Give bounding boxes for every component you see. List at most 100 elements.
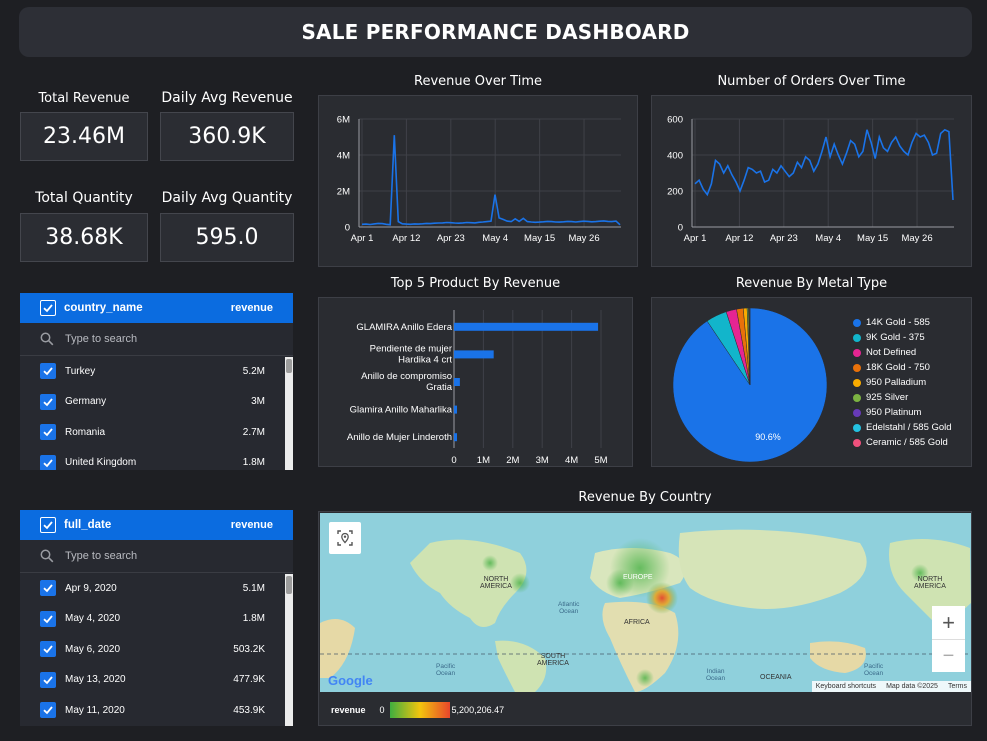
select-all-date-checkbox[interactable] bbox=[40, 517, 56, 533]
revenue-x-tick: Apr 23 bbox=[437, 233, 465, 244]
country-row[interactable]: Germany 3M bbox=[20, 387, 293, 418]
label-europe: EUROPE bbox=[623, 574, 653, 581]
date-row[interactable]: May 4, 2020 1.8M bbox=[20, 604, 293, 635]
legend-item[interactable]: Ceramic / 585 Gold bbox=[853, 435, 952, 450]
date-dimension-label[interactable]: full_date bbox=[64, 519, 231, 531]
map-legend-metric: revenue bbox=[331, 705, 366, 715]
date-row[interactable]: May 13, 2020 477.9K bbox=[20, 665, 293, 696]
date-search[interactable]: Type to search bbox=[20, 540, 293, 573]
search-icon bbox=[40, 332, 54, 346]
country-row-value: 5.2M bbox=[242, 365, 265, 377]
metal-type-pie: 90.6% bbox=[672, 307, 828, 463]
date-row[interactable]: May 11, 2020 453.9K bbox=[20, 695, 293, 726]
orders-over-time-title: Number of Orders Over Time bbox=[717, 74, 906, 89]
daily-avg-quantity-label: Daily Avg Quantity bbox=[161, 190, 293, 206]
total-revenue-label: Total Revenue bbox=[38, 91, 130, 106]
legend-swatch bbox=[853, 438, 861, 447]
product-label: Glamira Anillo Maharlika bbox=[350, 405, 453, 416]
legend-swatch bbox=[853, 408, 861, 417]
legend-item[interactable]: 18K Gold - 750 bbox=[853, 360, 952, 375]
date-row[interactable]: May 6, 2020 503.2K bbox=[20, 634, 293, 665]
label-north-america-right: NORTH AMERICA bbox=[914, 576, 946, 590]
orders-series-line[interactable] bbox=[694, 128, 954, 201]
legend-label: 9K Gold - 375 bbox=[866, 332, 925, 343]
select-all-country-checkbox[interactable] bbox=[40, 300, 56, 316]
label-pacific-left: Pacific Ocean bbox=[436, 663, 456, 677]
revenue-y-tick: 4M bbox=[337, 151, 350, 162]
date-rows: Apr 9, 2020 5.1M May 4, 2020 1.8M May 6, 202… bbox=[20, 573, 293, 726]
label-indian: Indian Ocean bbox=[706, 668, 726, 682]
date-metric-label[interactable]: revenue bbox=[231, 519, 273, 531]
legend-item[interactable]: 9K Gold - 375 bbox=[853, 330, 952, 345]
products-x-tick: 4M bbox=[565, 455, 578, 466]
orders-x-tick: Apr 12 bbox=[725, 233, 753, 244]
country-row[interactable]: United Kingdom 1.8M bbox=[20, 448, 293, 470]
revenue-over-time-panel: 0 2M 4M 6M Apr 1 Apr 12 Apr 23 May 4 May 15 May 2… bbox=[318, 95, 638, 267]
product-bar[interactable] bbox=[454, 405, 457, 414]
country-metric-label[interactable]: revenue bbox=[231, 302, 273, 314]
country-dimension-label[interactable]: country_name bbox=[64, 302, 231, 314]
keyboard-shortcuts-link[interactable]: Keyboard shortcuts bbox=[816, 683, 876, 690]
legend-item[interactable]: 950 Palladium bbox=[853, 375, 952, 390]
daily-avg-revenue-value: 360.9K bbox=[160, 112, 294, 161]
product-bar[interactable] bbox=[454, 322, 599, 331]
orders-x-tick: Apr 23 bbox=[770, 233, 798, 244]
heat-spot-us bbox=[510, 573, 530, 593]
product-bar[interactable] bbox=[454, 433, 457, 442]
products-x-tick: 5M bbox=[594, 455, 607, 466]
terms-link[interactable]: Terms bbox=[948, 683, 967, 690]
date-search-input[interactable]: Type to search bbox=[65, 550, 137, 562]
top-products-title: Top 5 Product By Revenue bbox=[390, 276, 561, 291]
zoom-out-button[interactable]: − bbox=[932, 639, 965, 672]
map-data-text: Map data ©2025 bbox=[886, 683, 938, 690]
label-north-america: NORTH AMERICA bbox=[480, 576, 512, 590]
legend-item[interactable]: Edelstahl / 585 Gold bbox=[853, 420, 952, 435]
country-row-checkbox[interactable] bbox=[40, 454, 56, 470]
country-row-checkbox[interactable] bbox=[40, 393, 56, 410]
date-row-checkbox[interactable] bbox=[40, 702, 56, 719]
product-bar[interactable] bbox=[454, 350, 494, 359]
world-map[interactable]: NORTH AMERICA NORTH AMERICA EUROPE AFRIC… bbox=[320, 513, 971, 692]
product-bar[interactable] bbox=[454, 378, 460, 386]
date-row-checkbox[interactable] bbox=[40, 610, 56, 627]
legend-swatch bbox=[853, 378, 861, 387]
country-search-input[interactable]: Type to search bbox=[65, 333, 137, 345]
heat-spot-canada bbox=[482, 555, 498, 571]
label-pacific-right: Pacific Ocean bbox=[864, 663, 884, 677]
legend-label: 925 Silver bbox=[866, 392, 909, 403]
top-products-panel: 0 1M 2M 3M 4M 5M GLAMIRA Anillo Edera Pendiente… bbox=[318, 297, 633, 467]
revenue-series-line[interactable] bbox=[361, 135, 621, 226]
products-x-tick: 2M bbox=[506, 455, 519, 466]
australia-shape bbox=[810, 641, 866, 673]
date-row[interactable]: Apr 9, 2020 5.1M bbox=[20, 573, 293, 604]
legend-item[interactable]: 14K Gold - 585 bbox=[853, 315, 952, 330]
country-row[interactable]: Turkey 5.2M bbox=[20, 356, 293, 387]
country-search[interactable]: Type to search bbox=[20, 323, 293, 356]
revenue-x-tick: Apr 12 bbox=[392, 233, 420, 244]
revenue-x-tick: May 4 bbox=[482, 233, 508, 244]
date-row-value: 477.9K bbox=[233, 674, 265, 686]
country-scroll-thumb[interactable] bbox=[286, 359, 292, 373]
zoom-in-button[interactable]: + bbox=[932, 606, 965, 639]
country-row-checkbox[interactable] bbox=[40, 424, 56, 441]
date-scrollbar[interactable] bbox=[285, 574, 293, 726]
google-logo: Google bbox=[328, 673, 373, 688]
legend-item[interactable]: 925 Silver bbox=[853, 390, 952, 405]
locate-button[interactable] bbox=[329, 522, 361, 554]
country-scrollbar[interactable] bbox=[285, 357, 293, 470]
orders-y-tick: 600 bbox=[667, 115, 683, 126]
legend-item[interactable]: 950 Platinum bbox=[853, 405, 952, 420]
date-row-checkbox[interactable] bbox=[40, 580, 56, 597]
label-atlantic: Atlantic Ocean bbox=[558, 601, 580, 615]
date-scroll-thumb[interactable] bbox=[286, 576, 292, 594]
date-row-checkbox[interactable] bbox=[40, 671, 56, 688]
heat-spot-south-africa bbox=[636, 669, 654, 687]
map-attribution: Keyboard shortcuts Map data ©2025 Terms bbox=[811, 681, 971, 692]
legend-item[interactable]: Not Defined bbox=[853, 345, 952, 360]
date-row-checkbox[interactable] bbox=[40, 641, 56, 658]
date-row-name: May 13, 2020 bbox=[65, 674, 126, 686]
country-row[interactable]: Romania 2.7M bbox=[20, 417, 293, 448]
revenue-y-tick: 2M bbox=[337, 187, 350, 198]
map-legend-gradient bbox=[389, 702, 450, 718]
country-row-checkbox[interactable] bbox=[40, 363, 56, 380]
